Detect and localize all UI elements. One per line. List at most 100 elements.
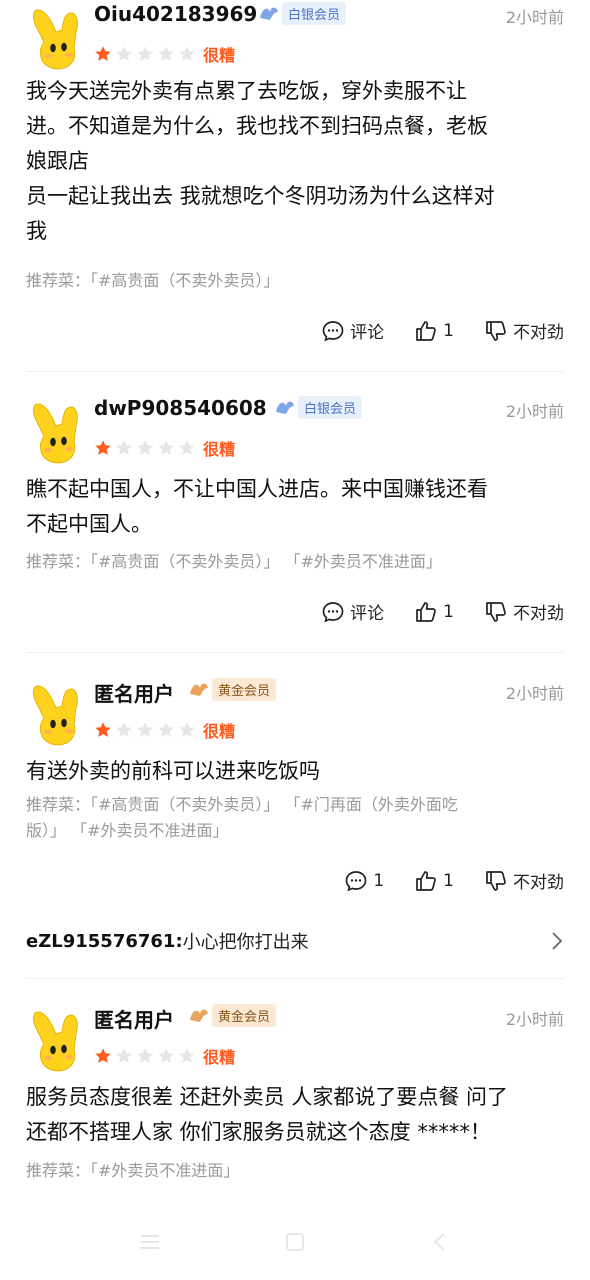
member-badge: 黄金会员 <box>188 677 277 701</box>
dislike-button[interactable]: 不对劲 <box>484 318 564 343</box>
like-count: 1 <box>443 601 454 622</box>
avatar[interactable] <box>26 6 84 72</box>
rating-label: 很糟 <box>203 46 236 65</box>
comment-label: 评论 <box>350 604 385 624</box>
username[interactable]: Oiu402183969 <box>94 2 257 26</box>
star-empty-icon <box>179 440 195 455</box>
text-line: 我 <box>26 219 47 243</box>
recommended-dishes[interactable]: 推荐菜：「#高贵面（不卖外卖员）」 「#门再面（外卖外面吃 版）」 「#外卖员不准… <box>26 792 566 844</box>
text-line: 我今天送完外卖有点累了去吃饭，穿外卖服不让 <box>26 79 467 103</box>
timestamp: 2小时前 <box>505 1010 564 1029</box>
menu-icon[interactable] <box>138 1230 162 1254</box>
like-count: 1 <box>443 870 454 891</box>
star-empty-icon <box>158 1048 174 1063</box>
text-line: 推荐菜：「#高贵面（不卖外卖员）」 「#外卖员不准进面」 <box>26 552 442 571</box>
comment-count: 1 <box>373 870 385 891</box>
comment-button[interactable]: 1 <box>344 869 384 893</box>
star-empty-icon <box>158 440 174 455</box>
member-badge-label: 白银会员 <box>282 1 347 25</box>
member-badge-label: 黄金会员 <box>212 677 277 701</box>
comment-button[interactable]: 评论 <box>321 599 384 624</box>
text-line: 推荐菜：「#高贵面（不卖外卖员）」 「#门再面（外卖外面吃 <box>26 795 458 814</box>
star-filled-icon <box>95 722 111 737</box>
star-filled-icon <box>95 440 111 455</box>
recommended-dishes[interactable]: 推荐菜：「#外卖员不准进面」 <box>26 1158 566 1184</box>
like-button[interactable]: 1 <box>414 319 454 343</box>
username[interactable]: 匿名用户 <box>94 1004 174 1033</box>
dislike-label: 不对劲 <box>513 873 564 893</box>
star-rating: 很糟 <box>94 42 235 66</box>
thumbs-down-icon <box>486 320 506 341</box>
dislike-button[interactable]: 不对劲 <box>484 868 564 893</box>
wing-icon <box>190 683 208 696</box>
timestamp: 2小时前 <box>505 684 564 703</box>
star-empty-icon <box>137 722 153 737</box>
avatar[interactable] <box>26 1008 84 1074</box>
comment-icon <box>345 870 367 891</box>
text-line: 服务员态度很差 还赶外卖员 人家都说了要点餐 问了 <box>26 1085 509 1109</box>
rating-label: 很糟 <box>203 440 236 459</box>
text-line: 不起中国人。 <box>26 512 152 536</box>
wing-icon <box>190 1009 208 1022</box>
thumbs-down-icon <box>486 601 506 622</box>
star-empty-icon <box>137 1048 153 1063</box>
reply-text: 小心把你打出来 <box>182 932 309 953</box>
like-count: 1 <box>443 320 454 341</box>
member-badge-label: 白银会员 <box>298 395 363 419</box>
dislike-label: 不对劲 <box>513 323 564 343</box>
divider <box>26 371 564 372</box>
rating-label: 很糟 <box>203 1048 236 1067</box>
avatar[interactable] <box>26 400 84 466</box>
text-line: 员一起让我出去 我就想吃个冬阴功汤为什么这样对 <box>26 184 495 208</box>
like-button[interactable]: 1 <box>414 869 454 893</box>
divider <box>26 652 564 653</box>
review-text: 有送外卖的前科可以进来吃饭吗 <box>26 754 566 789</box>
star-empty-icon <box>158 722 174 737</box>
comment-icon <box>322 601 344 622</box>
member-badge: 白银会员 <box>274 395 363 419</box>
avatar[interactable] <box>26 682 84 748</box>
divider <box>26 978 564 979</box>
member-badge: 黄金会员 <box>188 1003 277 1027</box>
star-empty-icon <box>116 722 132 737</box>
star-filled-icon <box>95 1048 111 1063</box>
like-button[interactable]: 1 <box>414 600 454 624</box>
comment-icon <box>322 320 344 341</box>
comment-button[interactable]: 评论 <box>321 318 384 343</box>
text-line: 推荐菜：「#高贵面（不卖外卖员）」 <box>26 271 280 290</box>
review-text: 服务员态度很差 还赶外卖员 人家都说了要点餐 问了 还都不搭理人家 你们家服务员就… <box>26 1080 566 1150</box>
chevron-right-icon[interactable] <box>550 931 564 951</box>
star-empty-icon <box>137 46 153 61</box>
star-empty-icon <box>137 440 153 455</box>
recommended-dishes[interactable]: 推荐菜：「#高贵面（不卖外卖员）」 <box>26 268 566 294</box>
star-rating: 很糟 <box>94 436 235 460</box>
wing-icon <box>260 7 278 20</box>
home-square-icon[interactable] <box>283 1230 307 1254</box>
text-line: 还都不搭理人家 你们家服务员就这个态度 *****！ <box>26 1120 491 1144</box>
thumbs-down-icon <box>486 870 506 891</box>
review-text: 瞧不起中国人，不让中国人进店。来中国赚钱还看 不起中国人。 <box>26 472 566 542</box>
timestamp: 2小时前 <box>505 402 564 421</box>
thumbs-up-icon <box>416 320 437 341</box>
reply-username[interactable]: eZL915576761: <box>26 931 183 952</box>
wing-icon <box>276 401 294 414</box>
thumbs-up-icon <box>416 601 437 622</box>
review-actions: 评论 1 不对劲 <box>291 599 564 624</box>
star-empty-icon <box>116 440 132 455</box>
dislike-button[interactable]: 不对劲 <box>484 599 564 624</box>
star-empty-icon <box>116 1048 132 1063</box>
text-line: 推荐菜：「#外卖员不准进面」 <box>26 1161 240 1180</box>
system-nav-bar <box>0 1230 590 1260</box>
recommended-dishes[interactable]: 推荐菜：「#高贵面（不卖外卖员）」 「#外卖员不准进面」 <box>26 549 566 575</box>
thumbs-up-icon <box>416 870 437 891</box>
back-icon[interactable] <box>428 1230 452 1254</box>
text-line: 瞧不起中国人，不让中国人进店。来中国赚钱还看 <box>26 477 488 501</box>
username[interactable]: dwP908540608 <box>94 396 267 420</box>
star-empty-icon <box>179 722 195 737</box>
member-badge-label: 黄金会员 <box>212 1003 277 1027</box>
reply-preview[interactable]: eZL915576761: 小心把你打出来 <box>26 926 564 956</box>
text-line: 进。不知道是为什么，我也找不到扫码点餐，老板 <box>26 114 488 138</box>
username[interactable]: 匿名用户 <box>94 678 174 707</box>
text-line: 有送外卖的前科可以进来吃饭吗 <box>26 759 320 783</box>
star-filled-icon <box>95 46 111 61</box>
